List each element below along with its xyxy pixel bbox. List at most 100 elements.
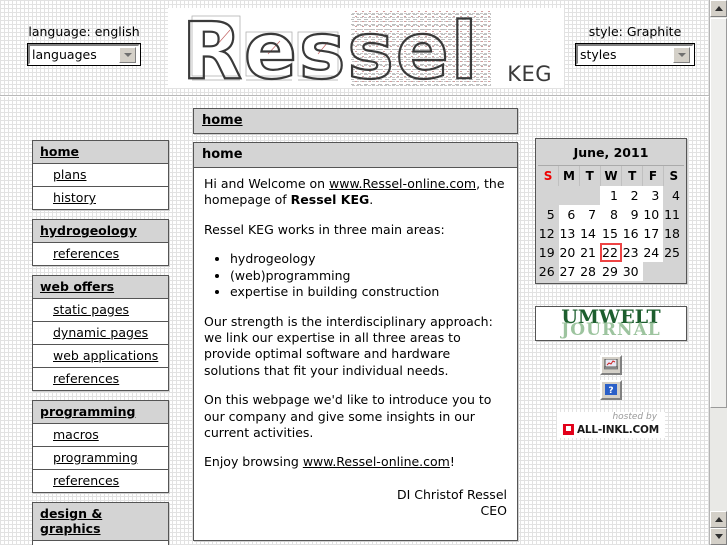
calendar-day-29[interactable]: 29: [600, 262, 622, 281]
sidebar-item-programming[interactable]: programming: [33, 447, 168, 470]
sidebar-group-programming: programming macros programming references: [32, 400, 169, 493]
calendar-day-9[interactable]: 9: [621, 205, 643, 224]
scrollbar-thumb[interactable]: [710, 18, 727, 408]
sidebar-item-plans[interactable]: plans: [33, 164, 168, 187]
calendar-day-21[interactable]: 21: [579, 243, 601, 262]
calendar-day-12[interactable]: 12: [538, 224, 559, 243]
intro-paragraph: Hi and Welcome on www.Ressel-online.com,…: [204, 176, 507, 209]
signature: DI Christof Ressel CEO: [204, 487, 507, 520]
arrow-down-icon: [714, 534, 723, 539]
sidebar-item-references[interactable]: references: [33, 541, 168, 545]
calendar-day-25[interactable]: 25: [663, 243, 684, 262]
sidebar-item-design-graphics[interactable]: design & graphics: [33, 503, 168, 541]
strength-paragraph: Our strength is the interdisciplinary ap…: [204, 313, 493, 378]
intro-text-a: Hi and Welcome on: [204, 176, 330, 191]
hosted-by-label: hosted by: [612, 412, 658, 422]
page-header: language: english languages Ressel KEG s…: [0, 0, 710, 97]
page-viewport: language: english languages Ressel KEG s…: [0, 0, 710, 545]
content-body: Hi and Welcome on www.Ressel-online.com,…: [194, 168, 517, 540]
calendar-day-23[interactable]: 23: [621, 243, 643, 262]
calendar-day-27[interactable]: 27: [558, 262, 580, 281]
sidebar-item-static-pages[interactable]: static pages: [33, 299, 168, 322]
calendar-day-10[interactable]: 10: [642, 205, 664, 224]
banner-line-2: JOURNAL: [561, 320, 661, 340]
style-select[interactable]: styles: [576, 44, 694, 65]
webpage-paragraph: On this webpage we'd like to introduce y…: [204, 392, 492, 440]
calendar-day-22[interactable]: 22: [600, 243, 622, 262]
badge-area: ?: [535, 355, 687, 400]
calendar-day-28[interactable]: 28: [579, 262, 601, 281]
sidebar-item-label: macros: [53, 427, 99, 442]
calendar-day-2[interactable]: 2: [621, 186, 643, 205]
calendar-day-13[interactable]: 13: [558, 224, 580, 243]
stats-badge-row: [535, 355, 687, 375]
areas-list: hydrogeology (web)programming expertise …: [204, 251, 507, 301]
calendar-day-6[interactable]: 6: [558, 205, 580, 224]
umwelt-journal-banner[interactable]: UMWELT JOURNAL: [535, 306, 687, 341]
calendar-day-30[interactable]: 30: [621, 262, 643, 281]
ressel-online-link[interactable]: www.Ressel-online.com: [329, 176, 476, 191]
ressel-online-link-2[interactable]: www.Ressel-online.com: [303, 454, 450, 469]
sidebar-group-web-offers: web offers static pages dynamic pages web a…: [32, 275, 169, 391]
right-column: June, 2011 SMTWTFS 1 2 3 4 5 6 7 8 9 10 11 12 13 14 15…: [535, 138, 687, 438]
calendar-day-4[interactable]: 4: [663, 186, 684, 205]
calendar-day-18[interactable]: 18: [663, 224, 684, 243]
logo-artwork: Ressel: [181, 8, 491, 88]
list-item: hydrogeology: [230, 251, 507, 268]
sidebar-item-label: static pages: [53, 302, 130, 317]
calendar-day-15[interactable]: 15: [600, 224, 622, 243]
sidebar-group-home: home plans history: [32, 140, 169, 210]
scroll-up-button-2[interactable]: [710, 511, 727, 528]
laptop-chart-icon[interactable]: [600, 355, 622, 375]
calendar-weekday-5: F: [642, 165, 664, 186]
calendar-day-19[interactable]: 19: [538, 243, 559, 262]
vertical-scrollbar[interactable]: [709, 0, 727, 545]
sidebar-group-label: home: [40, 144, 79, 159]
calendar-day-20[interactable]: 20: [558, 243, 580, 262]
calendar-day-26[interactable]: 26: [538, 262, 559, 281]
sidebar-item-references[interactable]: references: [33, 243, 168, 265]
calendar-weekday-0: S: [538, 165, 560, 186]
arrow-up-icon: [714, 517, 723, 522]
calendar-day-7[interactable]: 7: [579, 205, 601, 224]
sidebar-item-label: plans: [53, 167, 87, 182]
calendar-weekday-4: T: [621, 165, 644, 186]
calendar-empty-cell: [558, 186, 580, 205]
breadcrumb-link[interactable]: home: [202, 113, 243, 128]
sidebar-item-web-offers[interactable]: web offers: [33, 276, 168, 299]
areas-lead: Ressel KEG works in three main areas:: [204, 221, 445, 237]
scroll-down-button[interactable]: [710, 528, 727, 545]
sidebar-item-programming[interactable]: programming: [33, 401, 168, 424]
calendar-day-5[interactable]: 5: [538, 205, 559, 224]
sidebar-item-history[interactable]: history: [33, 187, 168, 209]
header-divider: [0, 95, 710, 97]
sidebar-item-macros[interactable]: macros: [33, 424, 168, 447]
sidebar-item-label: references: [53, 371, 120, 386]
breadcrumb[interactable]: home: [193, 108, 518, 134]
calendar-day-14[interactable]: 14: [579, 224, 601, 243]
sidebar-item-web-applications[interactable]: web applications: [33, 345, 168, 368]
svg-text:Ressel: Ressel: [182, 8, 479, 88]
svg-text:?: ?: [608, 386, 613, 396]
question-mark-icon[interactable]: ?: [600, 380, 622, 400]
signature-name: DI Christof Ressel: [397, 486, 507, 502]
sidebar-item-home[interactable]: home: [33, 141, 168, 164]
hosting-badge[interactable]: hosted by ALL-INKL.COM: [556, 412, 666, 438]
calendar-day-17[interactable]: 17: [642, 224, 664, 243]
calendar-empty-cell: [642, 262, 664, 281]
calendar-day-1[interactable]: 1: [600, 186, 622, 205]
calendar-weekday-3: W: [600, 165, 623, 186]
scrollbar-bottom-buttons: [710, 511, 727, 545]
company-name: Ressel KEG: [290, 192, 370, 208]
calendar-day-3[interactable]: 3: [642, 186, 664, 205]
calendar-day-8[interactable]: 8: [600, 205, 622, 224]
sidebar-item-references[interactable]: references: [33, 470, 168, 492]
sidebar-item-dynamic-pages[interactable]: dynamic pages: [33, 322, 168, 345]
sidebar-item-references[interactable]: references: [33, 368, 168, 390]
calendar-day-11[interactable]: 11: [663, 205, 684, 224]
scroll-up-button[interactable]: [710, 0, 727, 17]
sidebar-item-hydrogeology[interactable]: hydrogeology: [33, 220, 168, 243]
calendar-day-16[interactable]: 16: [621, 224, 643, 243]
calendar-day-24[interactable]: 24: [642, 243, 664, 262]
language-select[interactable]: languages: [28, 44, 140, 65]
